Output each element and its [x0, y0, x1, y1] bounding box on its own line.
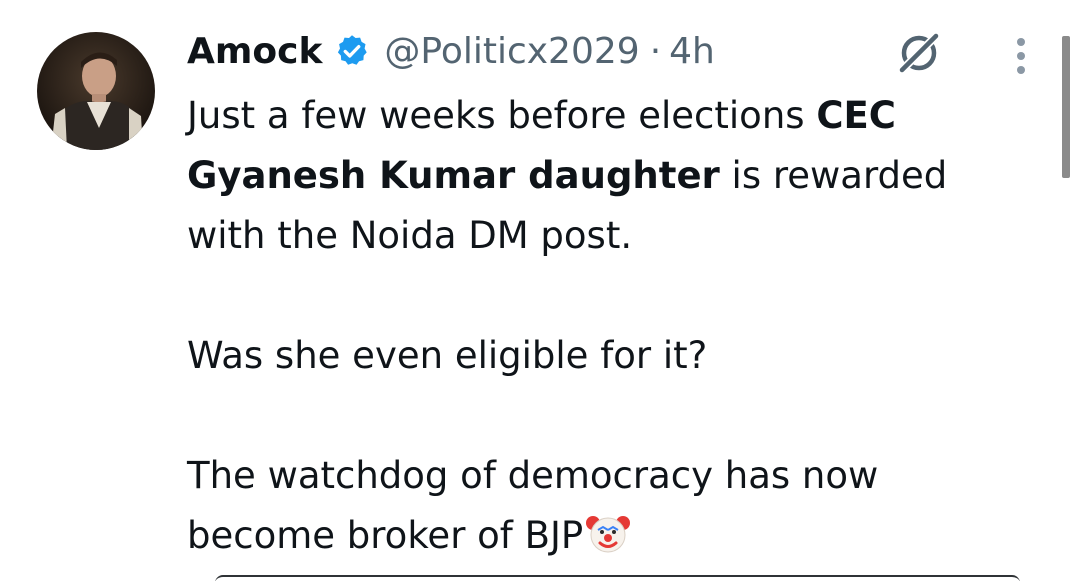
tweet-text: Just a few weeks before elections CEC Gy…	[187, 86, 1047, 566]
tweet-paragraph-3-line-2: become broker of BJP	[187, 506, 1047, 566]
tweet-line-2: Gyanesh Kumar daughter is rewarded	[187, 146, 1047, 206]
tweet-paragraph-3-line-1: The watchdog of democracy has now	[187, 454, 879, 497]
tweet-text-segment: become broker of BJP	[187, 514, 584, 557]
tweet-text-segment: Just a few weeks before elections	[187, 94, 817, 137]
tweet-paragraph-2: Was she even eligible for it?	[187, 334, 708, 377]
verified-badge-icon	[334, 33, 370, 69]
tweet-text-bold: Gyanesh Kumar daughter	[187, 154, 720, 197]
tweet-line-1: Just a few weeks before elections CEC	[187, 86, 1047, 146]
card-preview-edge	[215, 575, 1020, 581]
tweet-text-segment: is rewarded	[719, 154, 948, 197]
user-handle[interactable]: @Politicx2029	[384, 31, 639, 72]
display-name[interactable]: Amock	[187, 31, 322, 72]
tweet[interactable]: Amock @Politicx2029 · 4h Just a few week…	[0, 0, 1080, 581]
scrollbar[interactable]	[1062, 36, 1070, 178]
separator-dot: ·	[649, 30, 662, 72]
clown-face-emoji-icon	[585, 510, 631, 556]
grok-icon[interactable]	[896, 30, 942, 76]
avatar[interactable]	[37, 32, 155, 150]
more-vertical-icon[interactable]	[1010, 36, 1032, 76]
tweet-header: Amock @Politicx2029 · 4h	[187, 28, 715, 74]
tweet-line-3: with the Noida DM post.	[187, 214, 633, 257]
avatar-image	[37, 32, 155, 150]
timestamp[interactable]: 4h	[669, 31, 715, 72]
tweet-text-bold: CEC	[816, 94, 896, 137]
